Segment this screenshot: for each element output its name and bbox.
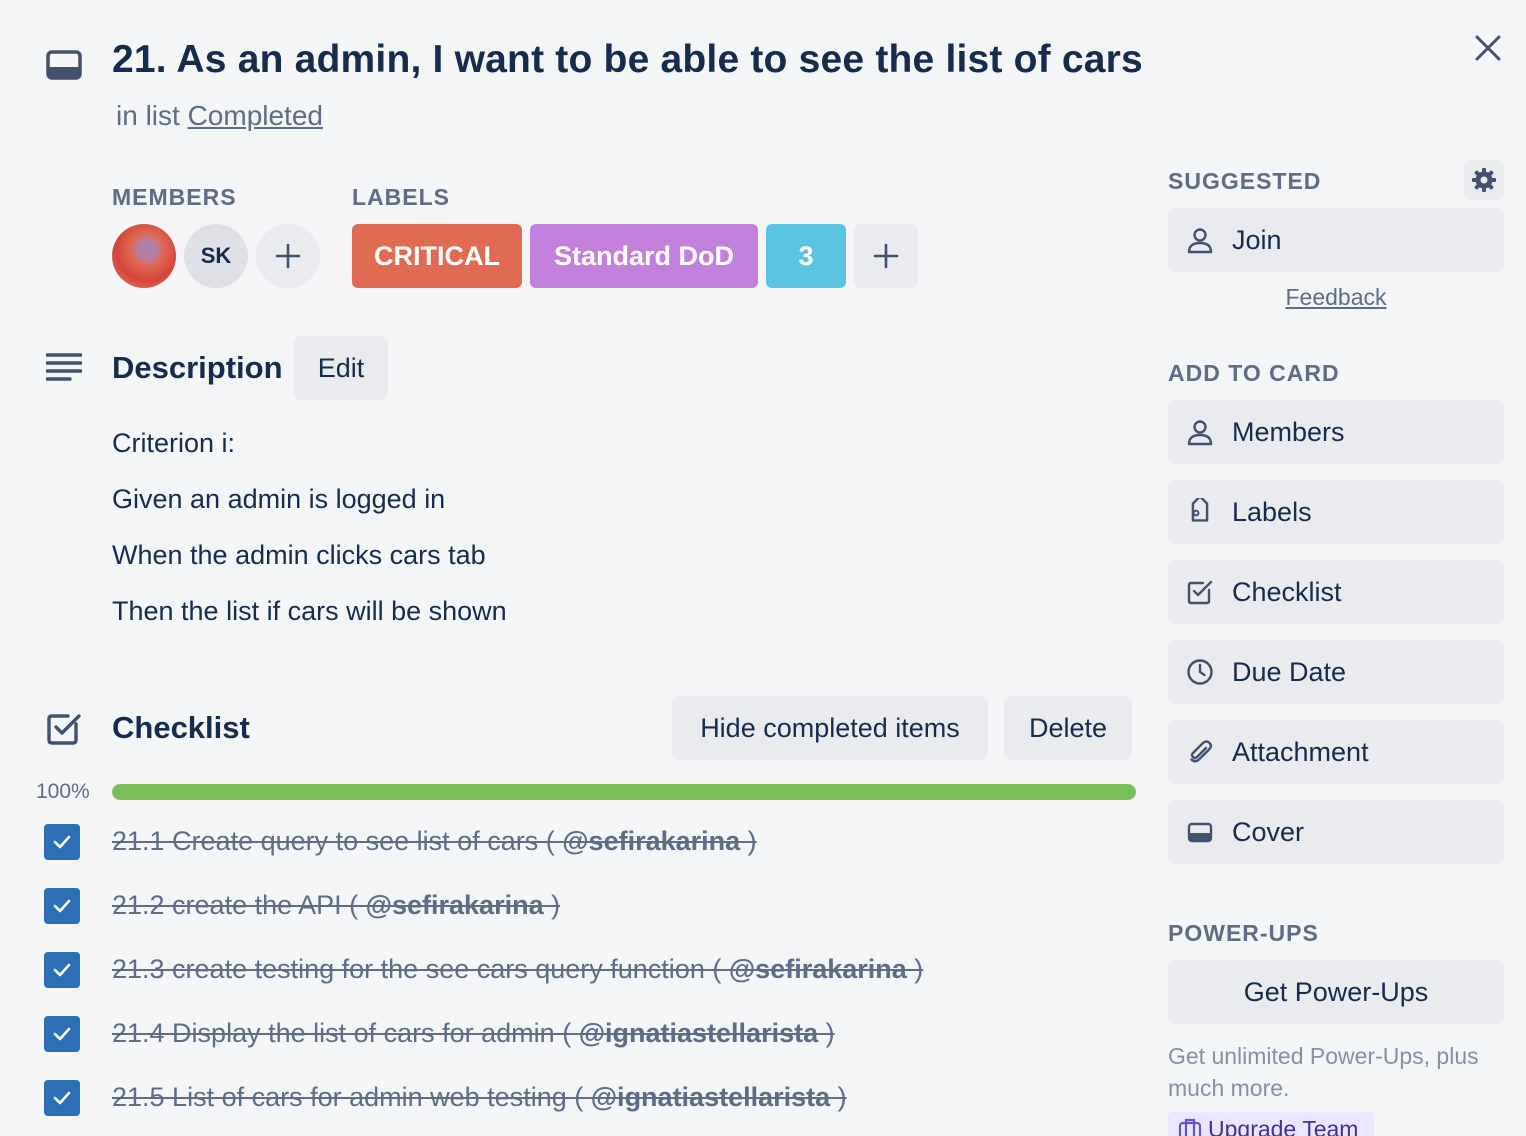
checklist-item-suffix: ) bbox=[830, 1082, 847, 1112]
labels-button[interactable]: Labels bbox=[1168, 480, 1504, 544]
get-power-ups-button[interactable]: Get Power-Ups bbox=[1168, 960, 1504, 1024]
check-icon bbox=[53, 835, 71, 849]
tag-icon bbox=[1191, 498, 1209, 522]
label-standard-dod[interactable]: Standard DoD bbox=[530, 224, 758, 288]
check-icon bbox=[53, 899, 71, 913]
checklist-item-checkbox[interactable] bbox=[44, 1016, 80, 1052]
description-heading: Description bbox=[112, 350, 283, 385]
cover-button[interactable]: Cover bbox=[1168, 800, 1504, 864]
checklist-icon bbox=[1187, 580, 1213, 605]
list-link[interactable]: Completed bbox=[188, 100, 323, 131]
checklist-item-suffix: ) bbox=[818, 1018, 835, 1048]
close-icon[interactable] bbox=[1472, 32, 1504, 64]
checklist-item-text[interactable]: 21.1 Create query to see list of cars ( … bbox=[112, 826, 757, 857]
suggested-heading: SUGGESTED bbox=[1168, 168, 1322, 194]
progress-percent: 100% bbox=[36, 780, 90, 803]
edit-description-button[interactable]: Edit bbox=[294, 336, 388, 400]
description-icon bbox=[46, 353, 82, 381]
cover-icon bbox=[1187, 822, 1213, 843]
description-line: Given an admin is logged in bbox=[112, 484, 446, 514]
check-icon bbox=[53, 963, 71, 977]
progress-fill bbox=[112, 784, 1136, 800]
paperclip-icon bbox=[1190, 740, 1213, 763]
checklist-item-checkbox[interactable] bbox=[44, 1080, 80, 1116]
description-line: When the admin clicks cars tab bbox=[112, 540, 486, 570]
clock-icon bbox=[1187, 659, 1213, 685]
checklist-item-text[interactable]: 21.2 create the API ( @sefirakarina ) bbox=[112, 890, 560, 921]
checklist-item-suffix: ) bbox=[543, 890, 561, 920]
checklist-item-label: 21.4 Display the list of cars for admin … bbox=[112, 1018, 579, 1048]
join-label: Join bbox=[1232, 224, 1282, 255]
checklist-label: Checklist bbox=[1232, 576, 1342, 607]
checklist-item-text[interactable]: 21.5 List of cars for admin web testing … bbox=[112, 1082, 847, 1113]
gear-icon bbox=[1472, 168, 1496, 192]
members-button[interactable]: Members bbox=[1168, 400, 1504, 464]
avatar[interactable] bbox=[112, 224, 176, 288]
join-button[interactable]: Join bbox=[1168, 208, 1504, 272]
power-ups-note: Get unlimited Power-Ups, plus much more. bbox=[1168, 1043, 1479, 1101]
hide-completed-button[interactable]: Hide completed items bbox=[672, 696, 988, 760]
mention[interactable]: @ignatiastellarista bbox=[579, 1018, 818, 1048]
mention[interactable]: @sefirakarina bbox=[366, 890, 544, 920]
person-icon bbox=[1187, 420, 1213, 446]
checklist-item-label: 21.2 create the API ( bbox=[112, 890, 366, 920]
due-date-label: Due Date bbox=[1232, 656, 1347, 687]
mention[interactable]: @sefirakarina bbox=[729, 954, 907, 984]
labels-heading: LABELS bbox=[352, 184, 450, 210]
label-critical[interactable]: CRITICAL bbox=[352, 224, 522, 288]
power-ups-heading: POWER-UPS bbox=[1168, 920, 1319, 946]
check-icon bbox=[53, 1091, 71, 1105]
attachment-label: Attachment bbox=[1232, 736, 1369, 767]
checklist-item-text[interactable]: 21.3 create testing for the see cars que… bbox=[112, 954, 923, 985]
checklist-item-label: 21.3 create testing for the see cars que… bbox=[112, 954, 729, 984]
checklist-item-checkbox[interactable] bbox=[44, 952, 80, 988]
add-member-button[interactable] bbox=[256, 224, 320, 288]
delete-checklist-button[interactable]: Delete bbox=[1004, 696, 1132, 760]
checklist-item-suffix: ) bbox=[906, 954, 924, 984]
attachment-button[interactable]: Attachment bbox=[1168, 720, 1504, 784]
due-date-button[interactable]: Due Date bbox=[1168, 640, 1504, 704]
checklist-item-checkbox[interactable] bbox=[44, 824, 80, 860]
plus-icon bbox=[873, 243, 899, 269]
checklist-item-label: 21.5 List of cars for admin web testing … bbox=[112, 1082, 591, 1112]
in-list-text: in list bbox=[116, 100, 180, 131]
checklist-heading: Checklist bbox=[112, 710, 250, 745]
mention[interactable]: @sefirakarina bbox=[562, 826, 740, 856]
card-icon bbox=[46, 50, 82, 80]
labels-label: Labels bbox=[1232, 496, 1312, 527]
description-line: Criterion i: bbox=[112, 428, 236, 458]
briefcase-icon bbox=[1178, 1118, 1202, 1136]
checklist-item-label: 21.1 Create query to see list of cars ( bbox=[112, 826, 563, 856]
settings-button[interactable] bbox=[1464, 160, 1504, 200]
add-to-card-heading: ADD TO CARD bbox=[1168, 360, 1340, 386]
checklist-icon bbox=[47, 714, 81, 745]
mention[interactable]: @ignatiastellarista bbox=[591, 1082, 830, 1112]
description-line: Then the list if cars will be shown bbox=[112, 596, 507, 626]
check-icon bbox=[53, 1027, 71, 1041]
progress-bar bbox=[112, 784, 1136, 800]
add-label-button[interactable] bbox=[854, 224, 918, 288]
checklist-item-text[interactable]: 21.4 Display the list of cars for admin … bbox=[112, 1018, 835, 1049]
checklist-item-checkbox[interactable] bbox=[44, 888, 80, 924]
upgrade-team-button[interactable]: Upgrade Team bbox=[1168, 1112, 1374, 1136]
label-3[interactable]: 3 bbox=[766, 224, 846, 288]
members-heading: MEMBERS bbox=[112, 184, 237, 210]
members-label: Members bbox=[1232, 416, 1345, 447]
card-title[interactable]: 21. As an admin, I want to be able to se… bbox=[112, 38, 1143, 82]
cover-label: Cover bbox=[1232, 816, 1305, 847]
checklist-item-suffix: ) bbox=[740, 826, 757, 856]
avatar-sk[interactable]: SK bbox=[184, 224, 248, 288]
plus-icon bbox=[275, 243, 301, 269]
feedback-link[interactable]: Feedback bbox=[1168, 284, 1504, 311]
checklist-button[interactable]: Checklist bbox=[1168, 560, 1504, 624]
person-icon bbox=[1187, 228, 1213, 254]
list-indicator: in list Completed bbox=[116, 100, 323, 132]
upgrade-team-label: Upgrade Team bbox=[1208, 1116, 1359, 1136]
